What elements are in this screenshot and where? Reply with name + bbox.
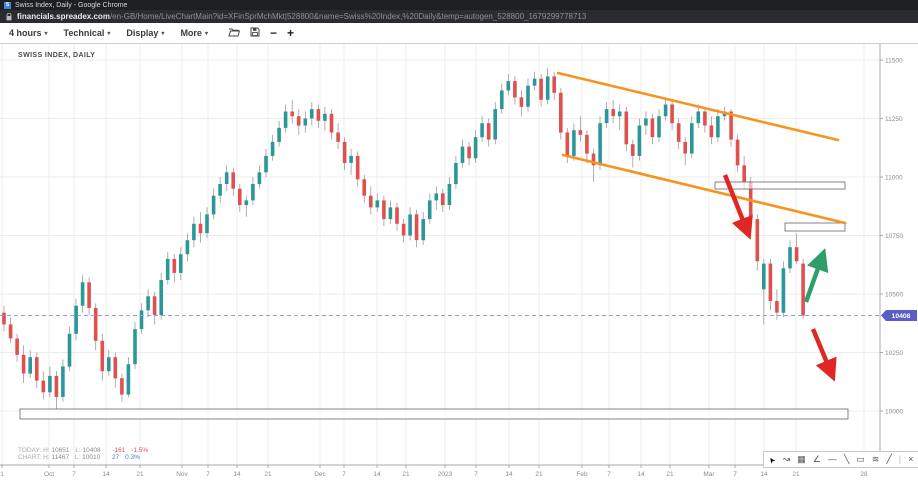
svg-text:21: 21 <box>792 471 800 478</box>
annotation-tool-icon[interactable]: ≋ <box>872 455 880 464</box>
drawing-toolbar: ➤ ↝ ▦ ∠ — ╲ ▭ ≋ ╱ | × <box>763 451 918 468</box>
svg-text:2023: 2023 <box>438 471 453 478</box>
svg-text:7: 7 <box>206 471 210 478</box>
svg-text:7: 7 <box>474 471 478 478</box>
svg-text:21: 21 <box>264 471 272 478</box>
current-price-tag: 10408 <box>881 310 917 321</box>
chevron-down-icon: ▾ <box>205 30 208 37</box>
separator: | <box>899 455 901 464</box>
svg-text:11500: 11500 <box>885 57 903 64</box>
svg-text:7: 7 <box>342 471 346 478</box>
svg-text:28: 28 <box>860 471 868 478</box>
address-bar[interactable]: financials.spreadex.com/en-GB/Home/LiveC… <box>0 10 918 23</box>
window-title: Swiss Index, Daily - Google Chrome <box>15 2 127 9</box>
svg-text:14: 14 <box>233 471 241 478</box>
svg-text:11000: 11000 <box>885 174 903 181</box>
arrow-drawings[interactable] <box>725 175 830 370</box>
save-icon[interactable] <box>250 27 260 39</box>
svg-text:10750: 10750 <box>885 233 903 240</box>
svg-text:Nov: Nov <box>176 471 188 478</box>
svg-text:10000: 10000 <box>885 408 903 415</box>
legend-today-row: TODAY: H: 10651 L: 10408 -161 -1.5% <box>18 447 148 454</box>
legend-chart-change: 27 <box>112 454 119 461</box>
legend-low-label: L: <box>75 454 80 461</box>
svg-text:Dec: Dec <box>314 471 326 478</box>
symbol-label: SWISS INDEX, DAILY <box>18 52 95 59</box>
rectangle-drawings[interactable] <box>20 182 848 419</box>
rectangle-tool-icon[interactable]: ▭ <box>856 455 865 464</box>
horizontal-line-tool-icon[interactable]: — <box>828 455 837 464</box>
legend-high-label: H: <box>43 454 50 461</box>
svg-text:14: 14 <box>102 471 110 478</box>
menu-technical-label: Technical <box>64 28 105 38</box>
svg-text:21: 21 <box>666 471 674 478</box>
chart-toolbar: 4 hours ▾ Technical ▾ Display ▾ More ▾ −… <box>0 23 918 44</box>
svg-text:7: 7 <box>733 471 737 478</box>
menu-display[interactable]: Display ▾ <box>126 28 164 38</box>
svg-text:14: 14 <box>505 471 513 478</box>
svg-text:1: 1 <box>0 471 4 478</box>
url-domain: financials.spreadex.com <box>17 12 110 21</box>
legend-high-label: H: <box>43 447 50 454</box>
url-text[interactable]: financials.spreadex.com/en-GB/Home/LiveC… <box>17 12 586 21</box>
axis-frame <box>0 44 918 465</box>
legend-today-change: -161 <box>112 447 125 454</box>
chevron-down-icon: ▾ <box>45 30 48 37</box>
url-path: /en-GB/Home/LiveChartMain?id=XFinSprMchM… <box>110 12 586 21</box>
diagonal-line-tool-icon[interactable]: ╱ <box>886 455 891 464</box>
menu-more[interactable]: More ▾ <box>180 28 208 38</box>
svg-text:10500: 10500 <box>885 291 903 298</box>
svg-text:11250: 11250 <box>885 116 903 123</box>
svg-text:Mar: Mar <box>703 471 715 478</box>
chevron-down-icon: ▾ <box>107 30 110 37</box>
delete-tool-icon[interactable]: × <box>908 455 913 464</box>
toolbar-icon-group: − + <box>228 27 294 39</box>
fan-tool-icon[interactable]: ∠ <box>813 455 821 464</box>
svg-text:21: 21 <box>136 471 144 478</box>
folder-open-icon[interactable] <box>228 27 240 39</box>
browser-titlebar[interactable]: S Swiss Index, Daily - Google Chrome <box>0 0 918 10</box>
legend-chart-label: CHART: <box>18 454 41 461</box>
svg-text:10408: 10408 <box>892 313 911 320</box>
legend-chart-change-pct: 0.3% <box>125 454 140 461</box>
svg-text:10250: 10250 <box>885 350 903 357</box>
menu-more-label: More <box>180 28 202 38</box>
menu-timeframe-label: 4 hours <box>9 28 42 38</box>
svg-text:Feb: Feb <box>576 471 588 478</box>
legend-today-low: 10408 <box>83 447 101 454</box>
freehand-tool-icon[interactable]: ↝ <box>783 455 791 464</box>
legend-chart-high: 11467 <box>51 454 69 461</box>
svg-text:21: 21 <box>535 471 543 478</box>
grid-lines <box>0 44 880 465</box>
ohlc-legend: TODAY: H: 10651 L: 10408 -161 -1.5% CHAR… <box>18 447 148 461</box>
zoom-in-button[interactable]: + <box>287 27 294 39</box>
legend-today-label: TODAY: <box>18 447 41 454</box>
menu-display-label: Display <box>126 28 158 38</box>
chart-region: 11500 11250 11000 10750 10500 10250 10000 1 Oct 7… <box>0 44 918 483</box>
svg-text:14: 14 <box>637 471 645 478</box>
browser-window: S Swiss Index, Daily - Google Chrome fin… <box>0 0 918 483</box>
legend-chart-low: 10010 <box>82 454 100 461</box>
legend-chart-row: CHART: H: 11467 L: 10010 27 0.3% <box>18 454 148 461</box>
svg-text:21: 21 <box>402 471 410 478</box>
menu-technical[interactable]: Technical ▾ <box>64 28 111 38</box>
svg-text:7: 7 <box>72 471 76 478</box>
trendline-tool-icon[interactable]: ╲ <box>844 455 849 464</box>
pointer-tool-icon[interactable]: ➤ <box>767 454 777 464</box>
svg-text:7: 7 <box>607 471 611 478</box>
svg-text:Oct: Oct <box>44 471 54 478</box>
legend-low-label: L: <box>75 447 80 454</box>
time-axis[interactable]: 1 Oct 7 14 21 Nov 7 14 21 Dec 7 14 21 2023 7 14 21 Feb 7 14… <box>0 465 868 478</box>
menu-timeframe[interactable]: 4 hours ▾ <box>9 28 48 38</box>
legend-today-high: 10651 <box>51 447 69 454</box>
grid-tool-icon[interactable]: ▦ <box>797 455 806 464</box>
svg-text:14: 14 <box>373 471 381 478</box>
chevron-down-icon: ▾ <box>161 30 164 37</box>
price-axis[interactable]: 11500 11250 11000 10750 10500 10250 10000 <box>880 57 903 415</box>
zoom-out-button[interactable]: − <box>270 27 277 39</box>
price-chart-canvas[interactable]: 11500 11250 11000 10750 10500 10250 10000 1 Oct 7… <box>0 44 918 483</box>
svg-text:14: 14 <box>760 471 768 478</box>
legend-today-change-pct: -1.5% <box>131 447 148 454</box>
